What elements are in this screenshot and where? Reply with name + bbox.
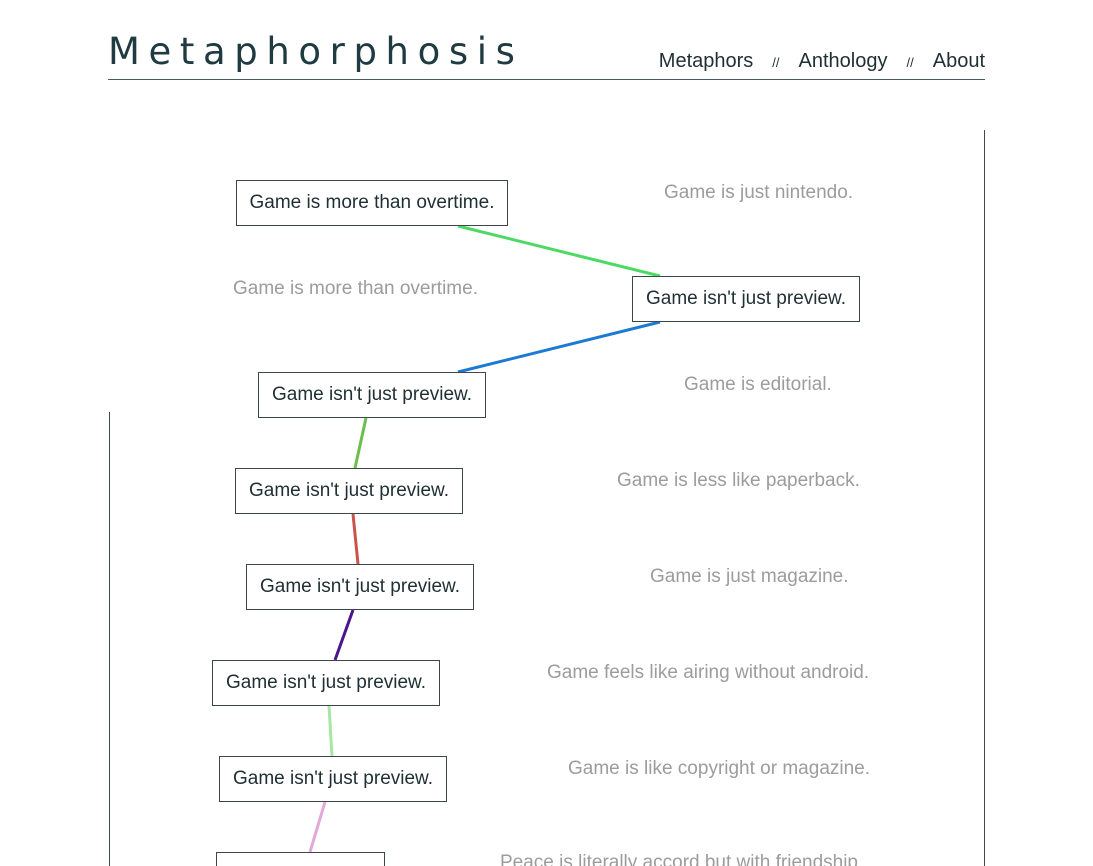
nav-link-anthology[interactable]: Anthology	[799, 50, 888, 73]
alternative-metaphor[interactable]: Game is less like paperback.	[617, 469, 860, 493]
metaphor-box[interactable]	[216, 852, 385, 866]
metaphor-box[interactable]: Game isn't just preview.	[212, 660, 440, 706]
chain-connector-line	[327, 705, 334, 757]
nav-separator: //	[906, 55, 914, 70]
alternative-metaphor[interactable]: Game is more than overtime.	[233, 277, 478, 301]
alternative-metaphor[interactable]: Game is just magazine.	[650, 565, 849, 589]
metaphor-box[interactable]: Game isn't just preview.	[235, 468, 463, 514]
alternative-metaphor[interactable]: Game is just nintendo.	[664, 181, 853, 205]
chain-connector-line	[308, 801, 327, 853]
header-divider	[108, 79, 985, 80]
chain-connector-line	[353, 417, 368, 469]
metaphor-box[interactable]: Game isn't just preview.	[632, 276, 860, 322]
metaphor-box[interactable]: Game is more than overtime.	[236, 180, 508, 226]
metaphor-box[interactable]: Game isn't just preview.	[219, 756, 447, 802]
left-timeline-line	[109, 412, 110, 866]
alternative-metaphor[interactable]: Game is editorial.	[684, 373, 832, 397]
chain-connectors	[308, 224, 661, 853]
chain-connector-line	[333, 609, 355, 661]
site-title[interactable]: Metaphorphosis	[108, 30, 523, 73]
alternative-metaphor[interactable]: Game feels like airing without android.	[547, 661, 869, 685]
alternative-metaphor[interactable]: Peace is literally accord but with frien…	[500, 851, 863, 866]
alternative-metaphor[interactable]: Game is like copyright or magazine.	[568, 757, 870, 781]
chain-connector-line	[457, 320, 661, 374]
metaphor-box[interactable]: Game isn't just preview.	[246, 564, 474, 610]
nav-link-about[interactable]: About	[933, 50, 985, 73]
right-timeline-line	[984, 130, 985, 866]
main-nav: Metaphors // Anthology // About	[659, 50, 985, 73]
chain-connector-line	[351, 513, 360, 565]
nav-separator: //	[772, 55, 780, 70]
nav-link-metaphors[interactable]: Metaphors	[659, 50, 754, 73]
chain-connector-line	[457, 224, 661, 278]
metaphor-box[interactable]: Game isn't just preview.	[258, 372, 486, 418]
